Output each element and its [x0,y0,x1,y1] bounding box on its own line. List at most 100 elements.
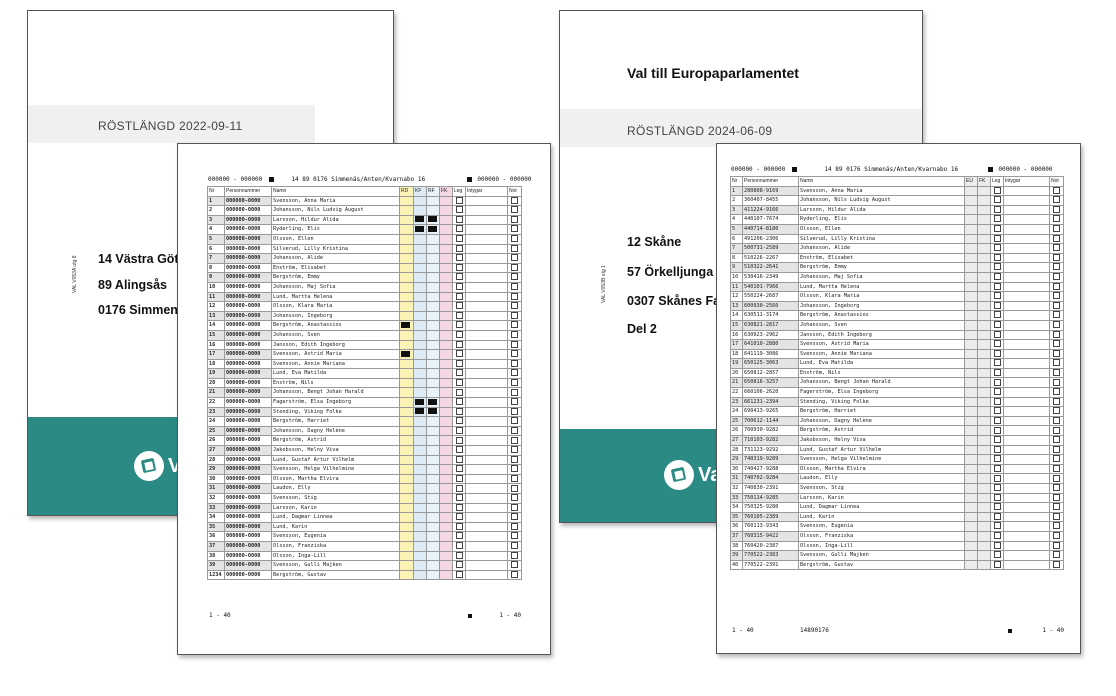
leg-checkbox[interactable] [993,369,1001,376]
leg-checkbox[interactable] [993,436,1001,444]
not-checkbox[interactable] [1053,503,1060,511]
leg-checkbox[interactable] [455,197,463,204]
leg-checkbox[interactable] [993,321,1001,328]
not-checkbox[interactable] [1053,561,1060,568]
leg-checkbox[interactable] [993,292,1001,300]
not-checkbox[interactable] [1053,369,1060,376]
leg-checkbox[interactable] [455,321,463,329]
not-checkbox[interactable] [511,417,518,425]
not-checkbox[interactable] [1053,321,1060,328]
leg-checkbox[interactable] [993,206,1001,213]
leg-checkbox[interactable] [993,542,1001,549]
not-checkbox[interactable] [511,197,518,204]
not-checkbox[interactable] [511,542,518,550]
not-checkbox[interactable] [511,350,518,358]
leg-checkbox[interactable] [455,331,463,338]
not-checkbox[interactable] [1053,426,1060,434]
not-checkbox[interactable] [511,302,518,310]
not-checkbox[interactable] [511,340,518,348]
not-checkbox[interactable] [511,245,518,252]
leg-checkbox[interactable] [455,340,463,348]
leg-checkbox[interactable] [993,465,1001,472]
leg-checkbox[interactable] [993,350,1001,357]
not-checkbox[interactable] [1053,225,1060,233]
leg-checkbox[interactable] [455,542,463,550]
not-checkbox[interactable] [1053,542,1060,549]
leg-checkbox[interactable] [993,263,1001,271]
not-checkbox[interactable] [511,532,518,540]
leg-checkbox[interactable] [993,426,1001,434]
not-checkbox[interactable] [1053,436,1060,444]
not-checkbox[interactable] [1053,398,1060,405]
not-checkbox[interactable] [1053,388,1060,396]
not-checkbox[interactable] [511,504,518,511]
leg-checkbox[interactable] [993,561,1001,568]
not-checkbox[interactable] [1053,359,1060,367]
leg-checkbox[interactable] [993,551,1001,559]
leg-checkbox[interactable] [993,474,1001,482]
leg-checkbox[interactable] [993,196,1001,204]
not-checkbox[interactable] [511,369,518,377]
leg-checkbox[interactable] [993,407,1001,415]
not-checkbox[interactable] [1053,196,1060,204]
not-checkbox[interactable] [1053,455,1060,463]
leg-checkbox[interactable] [455,475,463,482]
not-checkbox[interactable] [511,312,518,319]
leg-checkbox[interactable] [455,523,463,530]
not-checkbox[interactable] [511,484,518,492]
leg-checkbox[interactable] [455,494,463,502]
not-checkbox[interactable] [511,436,518,444]
leg-checkbox[interactable] [455,417,463,425]
leg-checkbox[interactable] [993,446,1001,453]
not-checkbox[interactable] [1053,187,1060,194]
leg-checkbox[interactable] [993,388,1001,396]
not-checkbox[interactable] [1053,292,1060,300]
not-checkbox[interactable] [1053,446,1060,453]
leg-checkbox[interactable] [993,398,1001,405]
not-checkbox[interactable] [1053,330,1060,338]
leg-checkbox[interactable] [455,388,463,396]
not-checkbox[interactable] [511,379,518,386]
leg-checkbox[interactable] [455,436,463,444]
leg-checkbox[interactable] [993,359,1001,367]
not-checkbox[interactable] [511,475,518,482]
not-checkbox[interactable] [511,398,518,406]
leg-checkbox[interactable] [993,244,1001,252]
not-checkbox[interactable] [511,446,518,454]
not-checkbox[interactable] [511,494,518,502]
not-checkbox[interactable] [1053,484,1060,492]
leg-checkbox[interactable] [455,245,463,252]
leg-checkbox[interactable] [455,552,463,559]
leg-checkbox[interactable] [993,340,1001,348]
not-checkbox[interactable] [511,571,518,578]
not-checkbox[interactable] [1053,254,1060,261]
leg-checkbox[interactable] [455,235,463,243]
not-checkbox[interactable] [511,206,518,214]
not-checkbox[interactable] [511,331,518,338]
leg-checkbox[interactable] [455,427,463,434]
leg-checkbox[interactable] [455,350,463,358]
leg-checkbox[interactable] [993,378,1001,386]
not-checkbox[interactable] [1053,340,1060,348]
not-checkbox[interactable] [1053,551,1060,559]
not-checkbox[interactable] [1053,494,1060,501]
not-checkbox[interactable] [511,292,518,300]
leg-checkbox[interactable] [455,456,463,463]
not-checkbox[interactable] [1053,215,1060,223]
leg-checkbox[interactable] [993,522,1001,530]
not-checkbox[interactable] [1053,235,1060,242]
leg-checkbox[interactable] [455,292,463,300]
leg-checkbox[interactable] [455,504,463,511]
leg-checkbox[interactable] [455,398,463,406]
leg-checkbox[interactable] [455,446,463,454]
leg-checkbox[interactable] [455,206,463,214]
leg-checkbox[interactable] [993,311,1001,319]
not-checkbox[interactable] [511,427,518,434]
leg-checkbox[interactable] [993,330,1001,338]
leg-checkbox[interactable] [993,235,1001,242]
leg-checkbox[interactable] [455,360,463,367]
not-checkbox[interactable] [1053,273,1060,281]
not-checkbox[interactable] [511,360,518,367]
not-checkbox[interactable] [1053,282,1060,290]
leg-checkbox[interactable] [455,283,463,291]
